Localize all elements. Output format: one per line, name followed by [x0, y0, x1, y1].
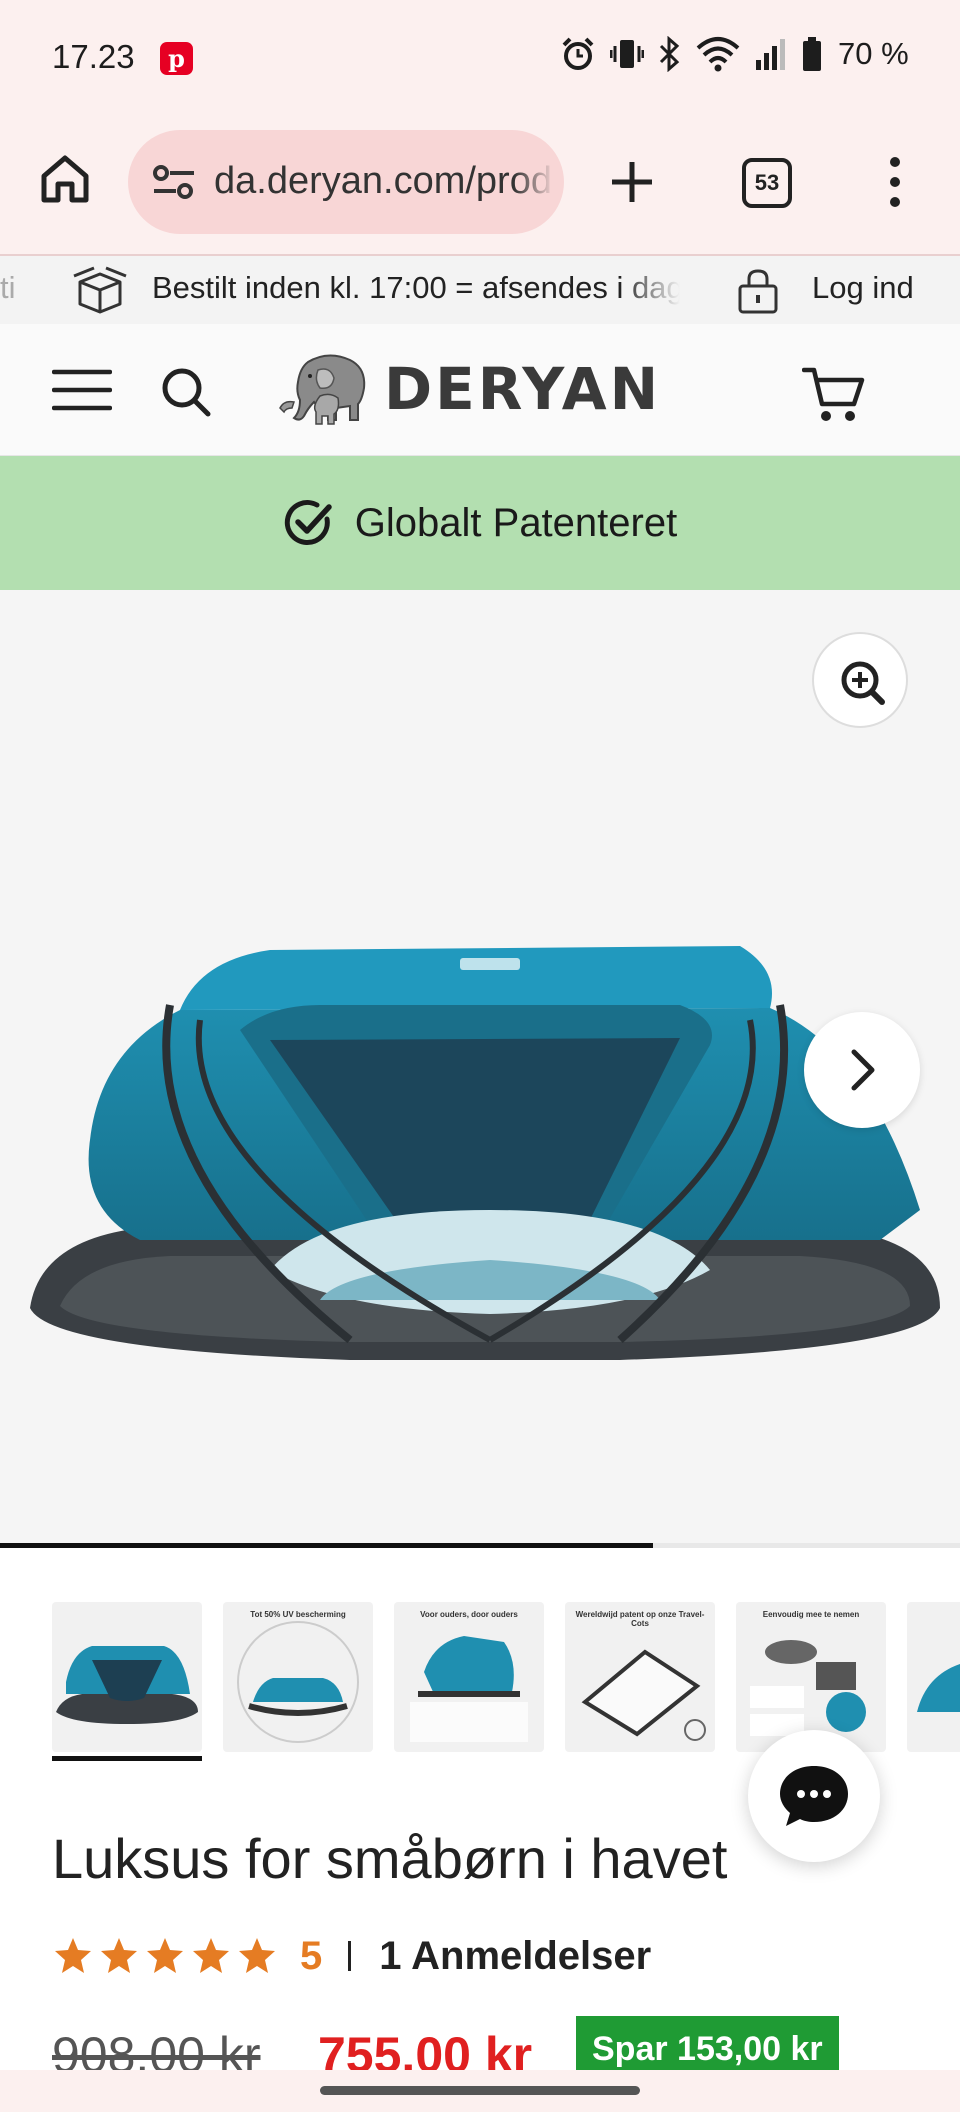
zoom-in-icon [841, 661, 885, 705]
vibrate-icon [610, 40, 644, 68]
thumbnail-tent-image [56, 1646, 198, 1724]
thumbnail-caption: Eenvoudig mee te nemen [762, 1610, 860, 1619]
thumbnail-caption: Voor ouders, door ouders [420, 1610, 518, 1619]
package-icon [73, 266, 127, 314]
status-time: 17.23 [52, 38, 135, 75]
product-image-tent [30, 946, 940, 1360]
thumbnail-caption: We [911, 1610, 960, 1619]
thumbnail-2[interactable]: Tot 50% UV bescherming [223, 1602, 373, 1752]
chat-bubble-icon [780, 1766, 848, 1826]
zoom-button[interactable] [812, 632, 908, 728]
site-settings-icon[interactable] [152, 164, 196, 200]
announcement-bar: ti Bestilt inden kl. 17:00 = afsendes i … [0, 256, 960, 324]
check-circle-icon [284, 500, 332, 545]
elephant-logo-icon [279, 354, 366, 425]
gesture-handle[interactable] [320, 2086, 640, 2095]
product-image-gallery[interactable] [0, 590, 960, 1548]
new-tab-icon[interactable] [606, 156, 658, 208]
signal-icon [756, 39, 785, 70]
thumbnail-tent-side-image [917, 1664, 960, 1712]
wifi-icon [696, 37, 740, 72]
thumbnail-parents-image [410, 1636, 528, 1742]
logo-wordmark: DERYAN [384, 355, 662, 423]
tab-switcher-button[interactable]: 53 [742, 158, 792, 208]
navigation-gesture-area [0, 2070, 960, 2112]
gallery-next-button[interactable] [804, 1012, 920, 1128]
star-icon [101, 1938, 137, 1973]
pinterest-notification-icon: p [160, 42, 193, 75]
bluetooth-icon [659, 36, 680, 72]
star-icon [55, 1938, 91, 1973]
chevron-right-icon [851, 1049, 875, 1091]
thumbnail-4[interactable]: Wereldwijd patent op onze Travel-Cots [565, 1602, 715, 1752]
thumbnail-features-image [237, 1621, 359, 1743]
menu-hamburger-icon[interactable] [52, 368, 112, 412]
star-icon [147, 1938, 183, 1973]
product-rating[interactable]: 5 1 Anmeldelser [52, 1928, 651, 1984]
gallery-progress-bar [0, 1543, 960, 1548]
announcement-previous-fragment: ti [0, 270, 16, 305]
alarm-icon [562, 37, 594, 70]
rating-value: 5 [300, 1933, 323, 1978]
search-icon[interactable] [160, 366, 212, 418]
thumbnail-6[interactable]: We [907, 1602, 960, 1752]
url-text[interactable]: da.deryan.com/products/luksus [214, 160, 554, 203]
site-header: DERYAN [0, 324, 960, 456]
cart-icon[interactable] [802, 364, 866, 424]
browser-menu-icon[interactable] [880, 154, 910, 210]
announcement-text: Bestilt inden kl. 17:00 = afsendes i dag [152, 270, 680, 306]
rating-separator [348, 1941, 352, 1971]
site-logo[interactable]: DERYAN [278, 352, 661, 426]
login-link[interactable]: Log ind [812, 270, 914, 306]
product-title: Luksus for småbørn i havet [52, 1827, 728, 1890]
thumbnail-caption: Tot 50% UV bescherming [250, 1610, 346, 1619]
reviews-count-link[interactable]: 1 Anmeldelser [379, 1934, 651, 1979]
battery-icon [803, 37, 821, 71]
chat-button[interactable] [748, 1730, 880, 1862]
browser-toolbar: da.deryan.com/products/luksus 53 [0, 118, 960, 256]
gallery-progress-fill [0, 1543, 653, 1548]
thumbnail-3[interactable]: Voor ouders, door ouders [394, 1602, 544, 1752]
battery-percentage: 70 % [838, 36, 909, 71]
status-bar: 17.23 p 70 % [0, 0, 960, 118]
active-thumbnail-indicator [52, 1756, 202, 1761]
thumbnail-caption: Wereldwijd patent op onze Travel-Cots [575, 1610, 705, 1628]
address-bar[interactable]: da.deryan.com/products/luksus [128, 130, 564, 234]
star-icon [239, 1938, 275, 1973]
rating-stars [52, 1936, 278, 1976]
patent-banner: Globalt Patenteret [0, 456, 960, 590]
lock-icon[interactable] [736, 268, 780, 314]
home-icon[interactable] [38, 152, 92, 206]
thumbnail-1[interactable] [52, 1602, 202, 1752]
star-icon [193, 1938, 229, 1973]
status-icons: 70 % [560, 36, 909, 72]
patent-banner-text: Globalt Patenteret [354, 500, 678, 545]
